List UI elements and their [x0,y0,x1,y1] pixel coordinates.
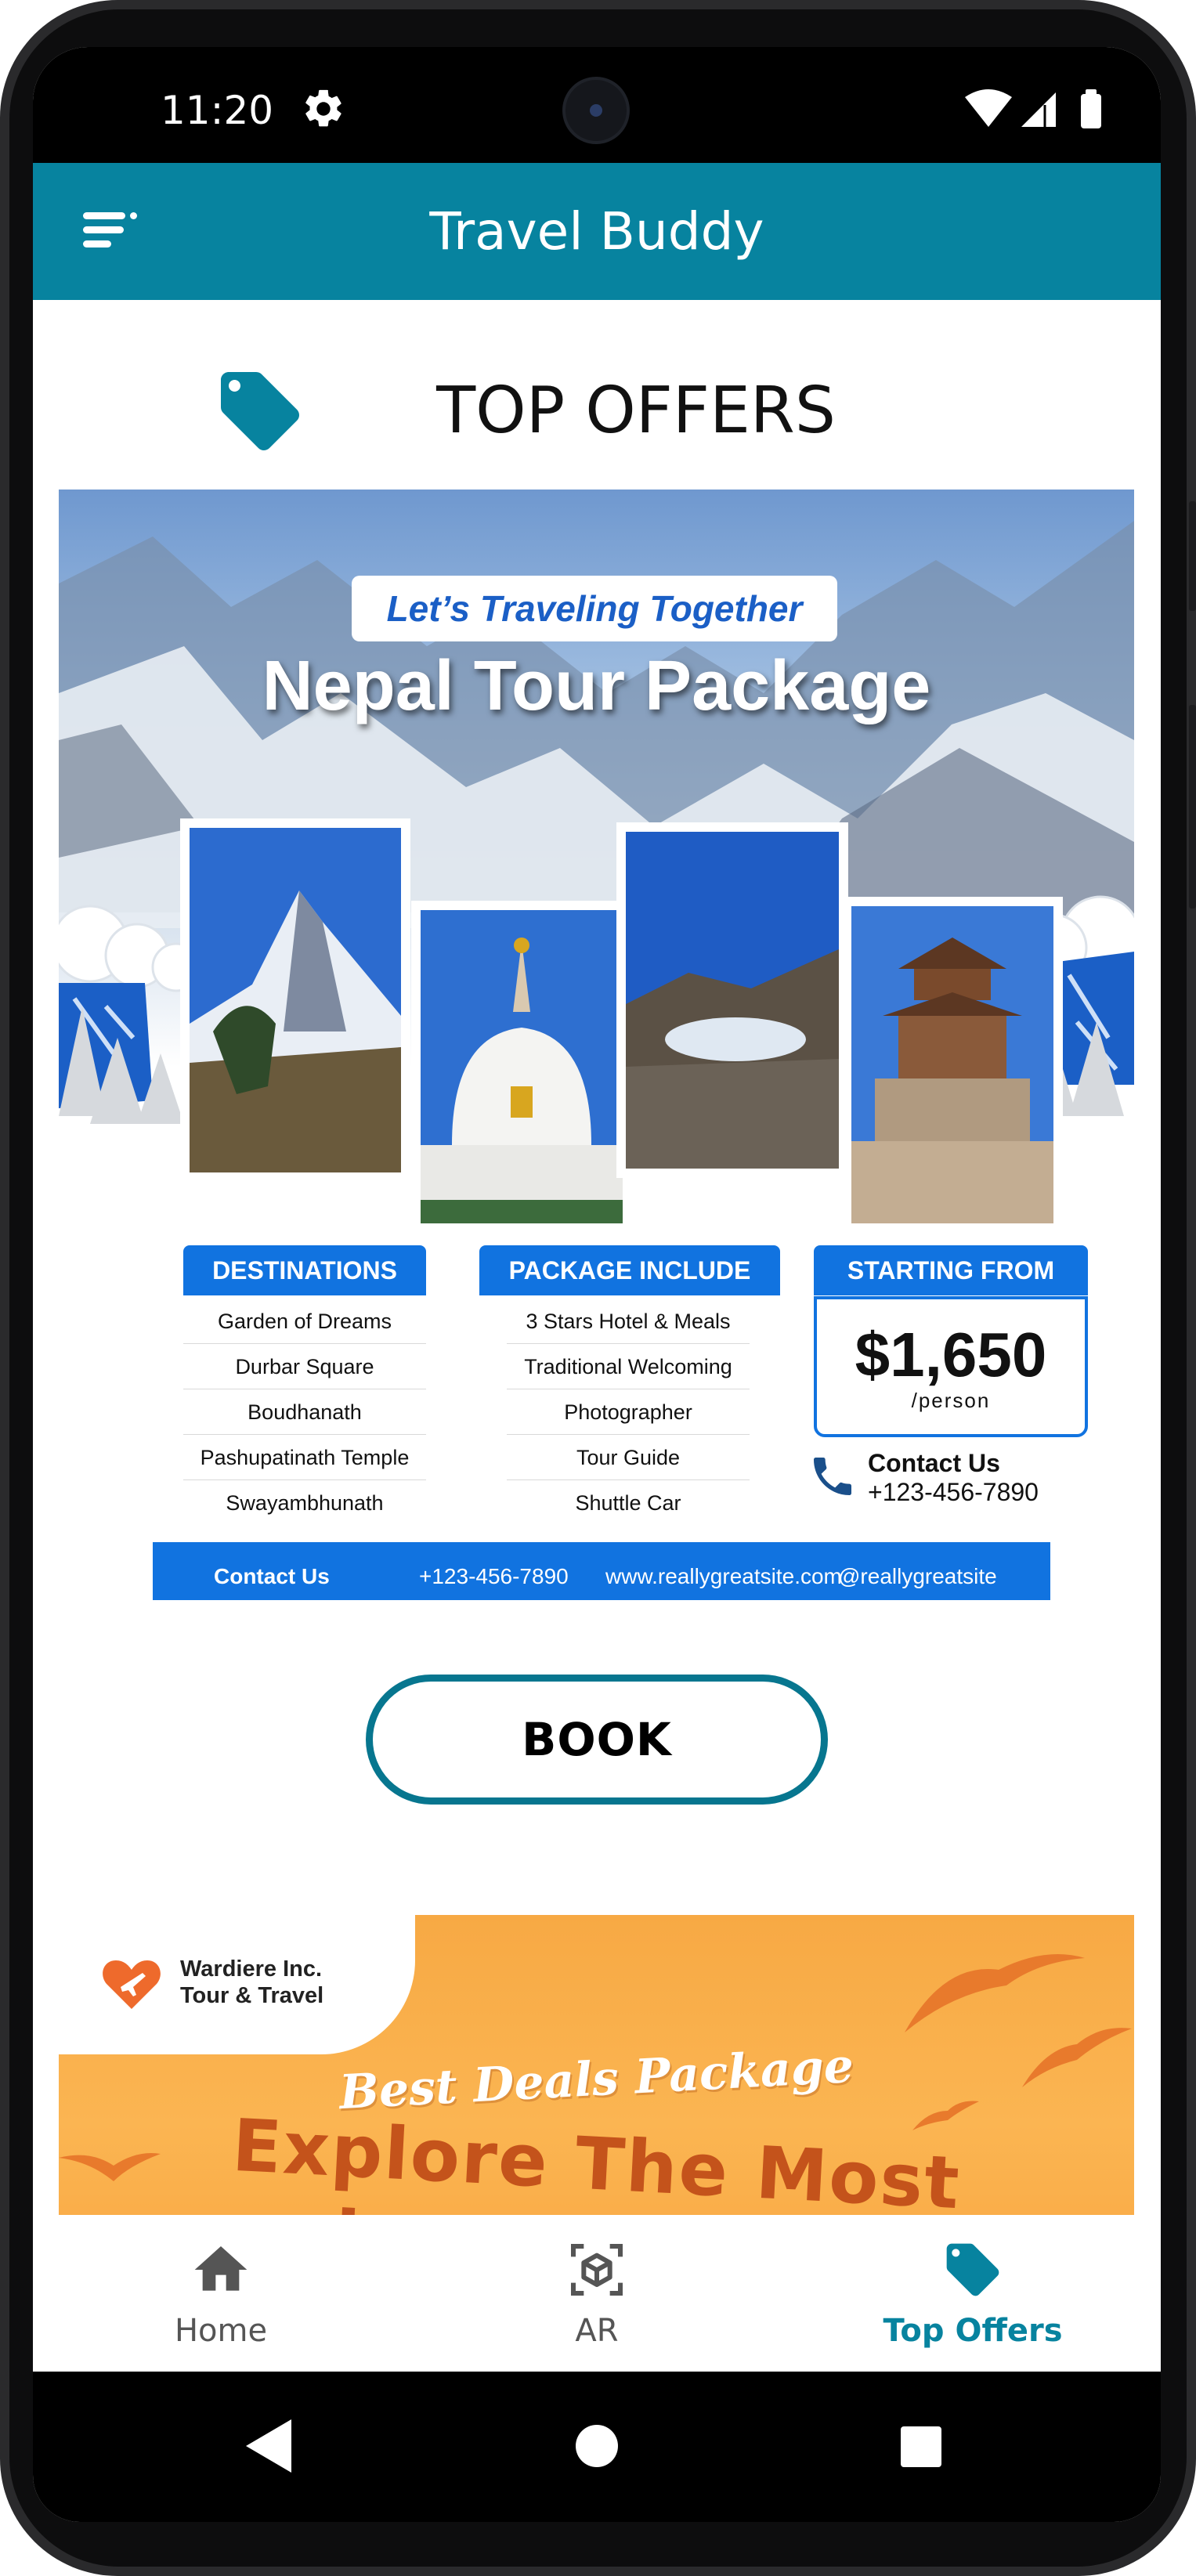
company-name: Wardiere Inc. Tour & Travel [180,1956,323,2009]
nav-top-offers-label: Top Offers [883,2313,1063,2349]
package-item: Tour Guide [507,1435,750,1480]
footer-phone: +123-456-7890 [419,1564,569,1588]
destinations-list: Garden of Dreams Durbar Square Boudhanat… [183,1299,426,1526]
destination-item: Pashupatinath Temple [183,1435,426,1480]
nav-ar[interactable]: AR [409,2215,785,2372]
power-button [1189,705,1196,909]
footer-social: @reallygreatsite [838,1564,997,1588]
package-include-heading: PACKAGE INCLUDE [479,1245,780,1295]
home-circle-icon[interactable] [576,2425,618,2467]
signal-icon [1021,92,1056,127]
price-value: $1,650 [855,1320,1047,1389]
destination-item: Swayambhunath [226,1491,384,1515]
package-item: Shuttle Car [575,1491,681,1515]
nav-home-label: Home [174,2313,268,2349]
photo-durbar-square [842,897,1063,1233]
contact-phone: +123-456-7890 [868,1478,1039,1506]
price-box: $1,650 /person [814,1296,1088,1437]
battery-icon [1081,89,1101,128]
destinations-heading: DESTINATIONS [183,1245,426,1295]
system-navigation-bar [33,2372,1161,2522]
status-icons [965,89,1101,128]
footer-website: www.reallygreatsite.com [605,1564,842,1588]
package-item: 3 Stars Hotel & Meals [507,1299,750,1344]
destination-item: Garden of Dreams [183,1299,426,1344]
front-camera [562,77,630,144]
app-bar: Travel Buddy [33,163,1161,300]
nav-ar-label: AR [575,2313,619,2349]
package-include-list: 3 Stars Hotel & Meals Traditional Welcom… [507,1299,750,1526]
company-card: Wardiere Inc. Tour & Travel [59,1915,415,2054]
status-bar: 11:20 [33,47,1161,163]
nepal-tour-poster[interactable]: Let’s Traveling Together Nepal Tour Pack… [59,490,1134,1600]
bottom-navigation: Home AR Top Offers [33,2215,1161,2372]
nav-top-offers[interactable]: Top Offers [785,2215,1161,2372]
photo-peace-stupa [411,901,632,1233]
price-unit: /person [911,1389,991,1412]
poster-title: Nepal Tour Package [262,647,931,725]
tag-icon [946,2243,999,2296]
nav-home[interactable]: Home [33,2215,409,2372]
destination-item: Boudhanath [183,1389,426,1435]
page-title: TOP OFFERS [436,374,836,448]
poster-tagline: Let’s Traveling Together [352,576,837,641]
home-icon [194,2246,248,2291]
ar-cube-icon [571,2244,623,2296]
wifi-icon [965,89,1012,127]
starting-from-heading: STARTING FROM [814,1245,1088,1295]
package-item: Traditional Welcoming [507,1344,750,1389]
recent-apps-icon[interactable] [901,2426,941,2467]
company-name-line2: Tour & Travel [180,1983,324,2008]
poster-footer: Contact Us +123-456-7890 www.reallygreat… [153,1542,1050,1600]
screen: 11:20 Travel Buddy TOP OFFERS Let’s Trav… [33,47,1161,2522]
package-item: Photographer [507,1389,750,1435]
volume-button [1189,501,1196,611]
contact-title: Contact Us [868,1449,1000,1477]
destination-item: Durbar Square [183,1344,426,1389]
photo-ama-dablam [180,818,410,1182]
book-button[interactable]: BOOK [366,1675,828,1805]
app-title: Travel Buddy [429,201,764,262]
price-tag-icon [221,372,299,450]
heart-plane-logo-icon [103,1960,161,2009]
photo-mountain-lake [616,822,848,1178]
footer-contact-label: Contact Us [214,1564,330,1588]
phone-icon [814,1458,851,1495]
company-name-line1: Wardiere Inc. [180,1956,323,1982]
status-time: 11:20 [161,88,274,133]
best-deals-banner[interactable]: Wardiere Inc. Tour & Travel Best Deals P… [59,1915,1134,2263]
back-icon[interactable] [244,2415,299,2477]
settings-gear-icon [305,89,341,127]
